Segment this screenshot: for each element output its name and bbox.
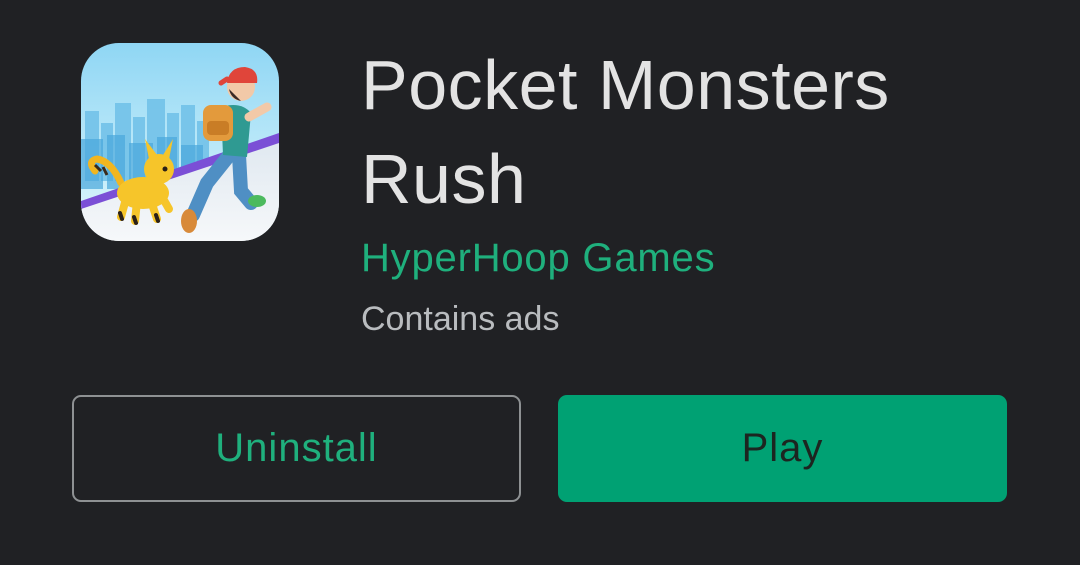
ads-notice: Contains ads (361, 300, 560, 338)
play-button[interactable]: Play (558, 395, 1007, 502)
app-icon (81, 43, 279, 241)
developer-link[interactable]: HyperHoop Games (361, 230, 715, 286)
app-details-header: Pocket Monsters Rush HyperHoop Games Con… (0, 0, 1080, 565)
game-art-icon (81, 43, 279, 241)
uninstall-button[interactable]: Uninstall (72, 395, 521, 502)
app-title: Pocket Monsters Rush (361, 46, 890, 218)
